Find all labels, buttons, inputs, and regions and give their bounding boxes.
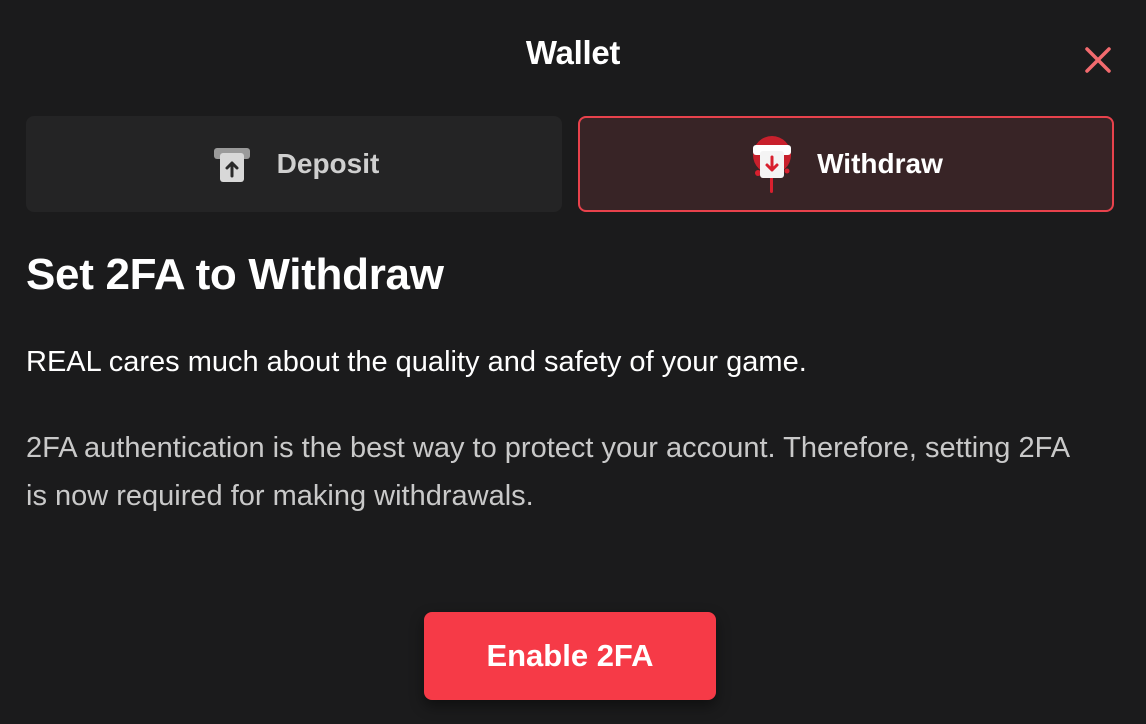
page-heading: Set 2FA to Withdraw	[26, 250, 444, 299]
wallet-modal: Wallet Deposit Withdraw Set 2FA to Withd…	[0, 0, 1146, 724]
wallet-tabs: Deposit Withdraw	[26, 116, 1114, 212]
lead-text: REAL cares much about the quality and sa…	[26, 346, 807, 378]
close-button[interactable]	[1082, 44, 1114, 76]
tab-deposit[interactable]: Deposit	[26, 116, 562, 212]
withdraw-icon	[749, 133, 795, 195]
tab-deposit-label: Deposit	[276, 148, 380, 179]
close-icon	[1085, 47, 1111, 73]
tab-withdraw[interactable]: Withdraw	[578, 116, 1114, 212]
modal-title: Wallet	[525, 34, 621, 71]
description-text: 2FA authentication is the best way to pr…	[26, 432, 1069, 512]
tab-withdraw-label: Withdraw	[817, 148, 943, 179]
enable-2fa-button[interactable]: Enable 2FA	[424, 612, 716, 700]
deposit-icon	[209, 133, 255, 195]
